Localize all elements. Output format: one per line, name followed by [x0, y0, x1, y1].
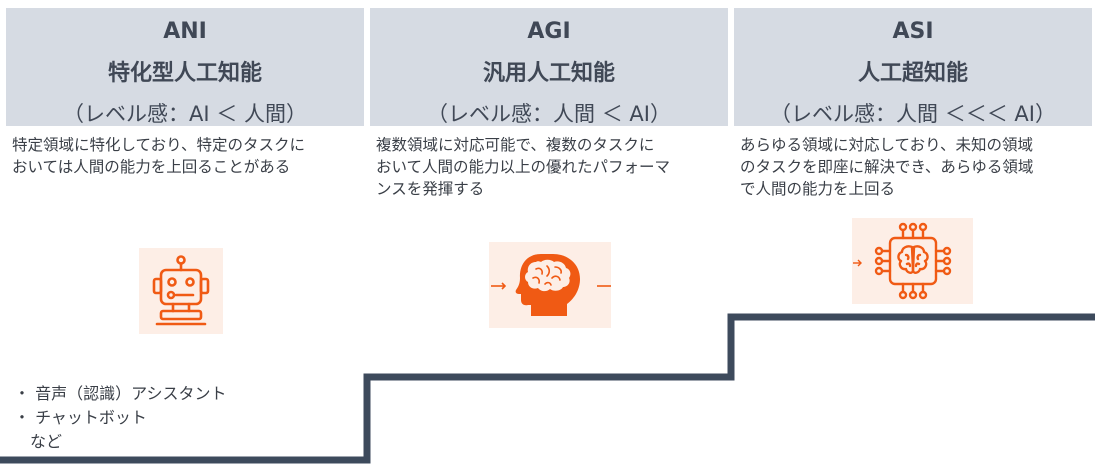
example-item: ・ 音声（認識）アシスタント — [14, 384, 227, 403]
examples-list: ・ 音声（認識）アシスタント ・ チャットボット など — [14, 382, 226, 454]
example-item: など — [14, 432, 63, 451]
example-item: ・ チャットボット — [14, 408, 147, 427]
